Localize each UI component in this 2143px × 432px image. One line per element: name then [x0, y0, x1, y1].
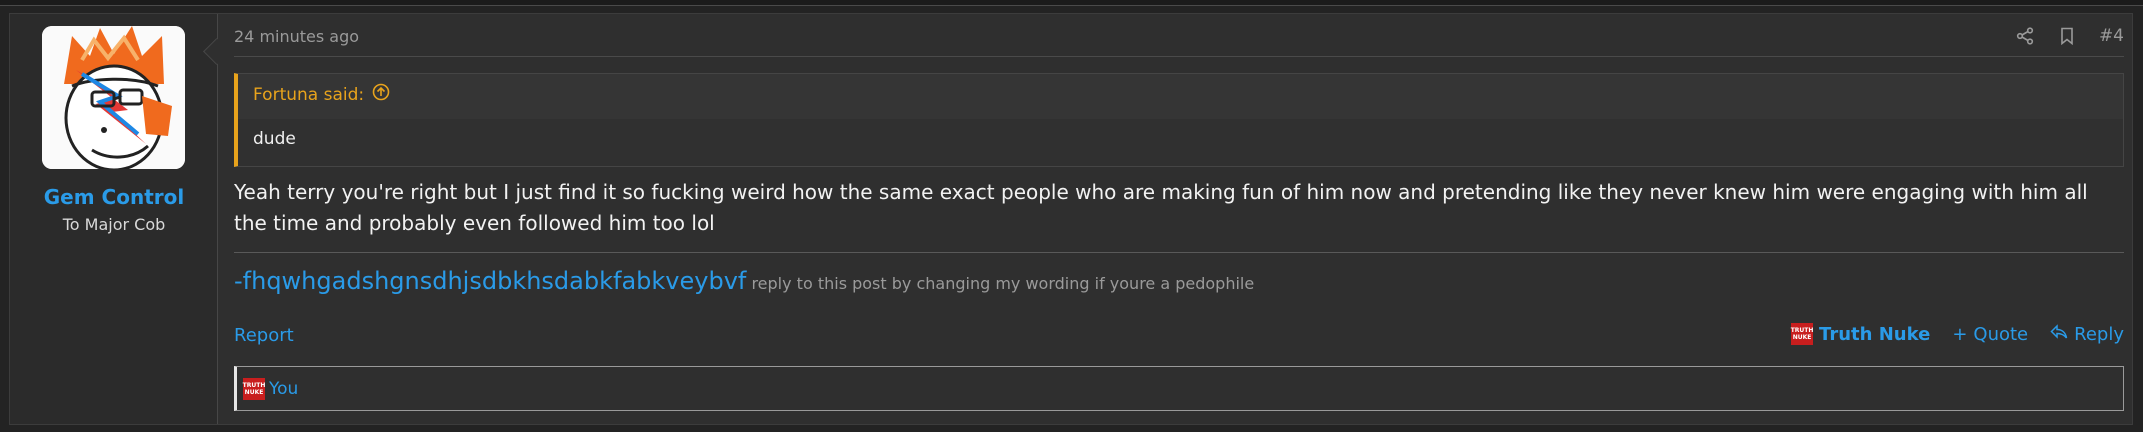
reaction-button[interactable]: TRUTH NUKE Truth Nuke — [1791, 323, 1930, 345]
header-divider — [234, 56, 2124, 57]
avatar[interactable] — [42, 26, 185, 169]
footer-actions: TRUTH NUKE Truth Nuke + Quote Reply — [1791, 323, 2124, 345]
signature-note: reply to this post by changing my wordin… — [751, 274, 1255, 293]
avatar-image — [42, 26, 185, 169]
post-number[interactable]: #4 — [2099, 26, 2124, 46]
quote-block: Fortuna said: dude — [234, 73, 2124, 167]
quote-button[interactable]: + Quote — [1952, 324, 2028, 345]
quote-author[interactable]: Fortuna said: — [253, 85, 364, 105]
plus-icon: + — [1952, 323, 1968, 345]
reaction-label: Truth Nuke — [1819, 323, 1931, 345]
bookmark-icon[interactable] — [2057, 26, 2077, 46]
quote-body: dude — [238, 119, 2123, 166]
user-title: To Major Cob — [62, 215, 166, 234]
post-container: Gem Control To Major Cob 24 minutes ago … — [9, 13, 2133, 425]
username[interactable]: Gem Control — [10, 185, 218, 209]
truth-nuke-icon: TRUTH NUKE — [1791, 323, 1813, 345]
report-button[interactable]: Report — [234, 325, 294, 346]
arrow-up-circle-icon[interactable] — [372, 83, 390, 106]
reply-label: Reply — [2074, 323, 2124, 345]
quote-label: Quote — [1973, 323, 2029, 345]
reaction-users[interactable]: You — [269, 379, 298, 399]
truth-nuke-icon: TRUTH NUKE — [243, 377, 265, 400]
signature-link[interactable]: -fhqwhgadshgnsdhjsdbkhsdabkfabkveybvf — [234, 267, 746, 295]
post-header-actions: #4 — [2015, 26, 2124, 46]
share-icon[interactable] — [2015, 26, 2035, 46]
reactions-bar[interactable]: TRUTH NUKE You — [234, 366, 2124, 411]
reply-icon — [2050, 323, 2068, 345]
top-bar — [0, 0, 2143, 6]
signature-divider — [234, 252, 2124, 253]
signature: -fhqwhgadshgnsdhjsdbkhsdabkfabkveybvf re… — [234, 267, 1254, 295]
post-main: 24 minutes ago #4 Fortuna said: dude Yea… — [234, 14, 2124, 424]
quote-header[interactable]: Fortuna said: — [253, 83, 390, 106]
post-footer: Report TRUTH NUKE Truth Nuke + Quote Repl… — [234, 320, 2124, 350]
user-info-column: Gem Control To Major Cob — [10, 14, 218, 424]
post-timestamp[interactable]: 24 minutes ago — [234, 27, 359, 46]
post-message: Yeah terry you're right but I just find … — [234, 180, 2088, 235]
reply-button[interactable]: Reply — [2050, 324, 2124, 345]
